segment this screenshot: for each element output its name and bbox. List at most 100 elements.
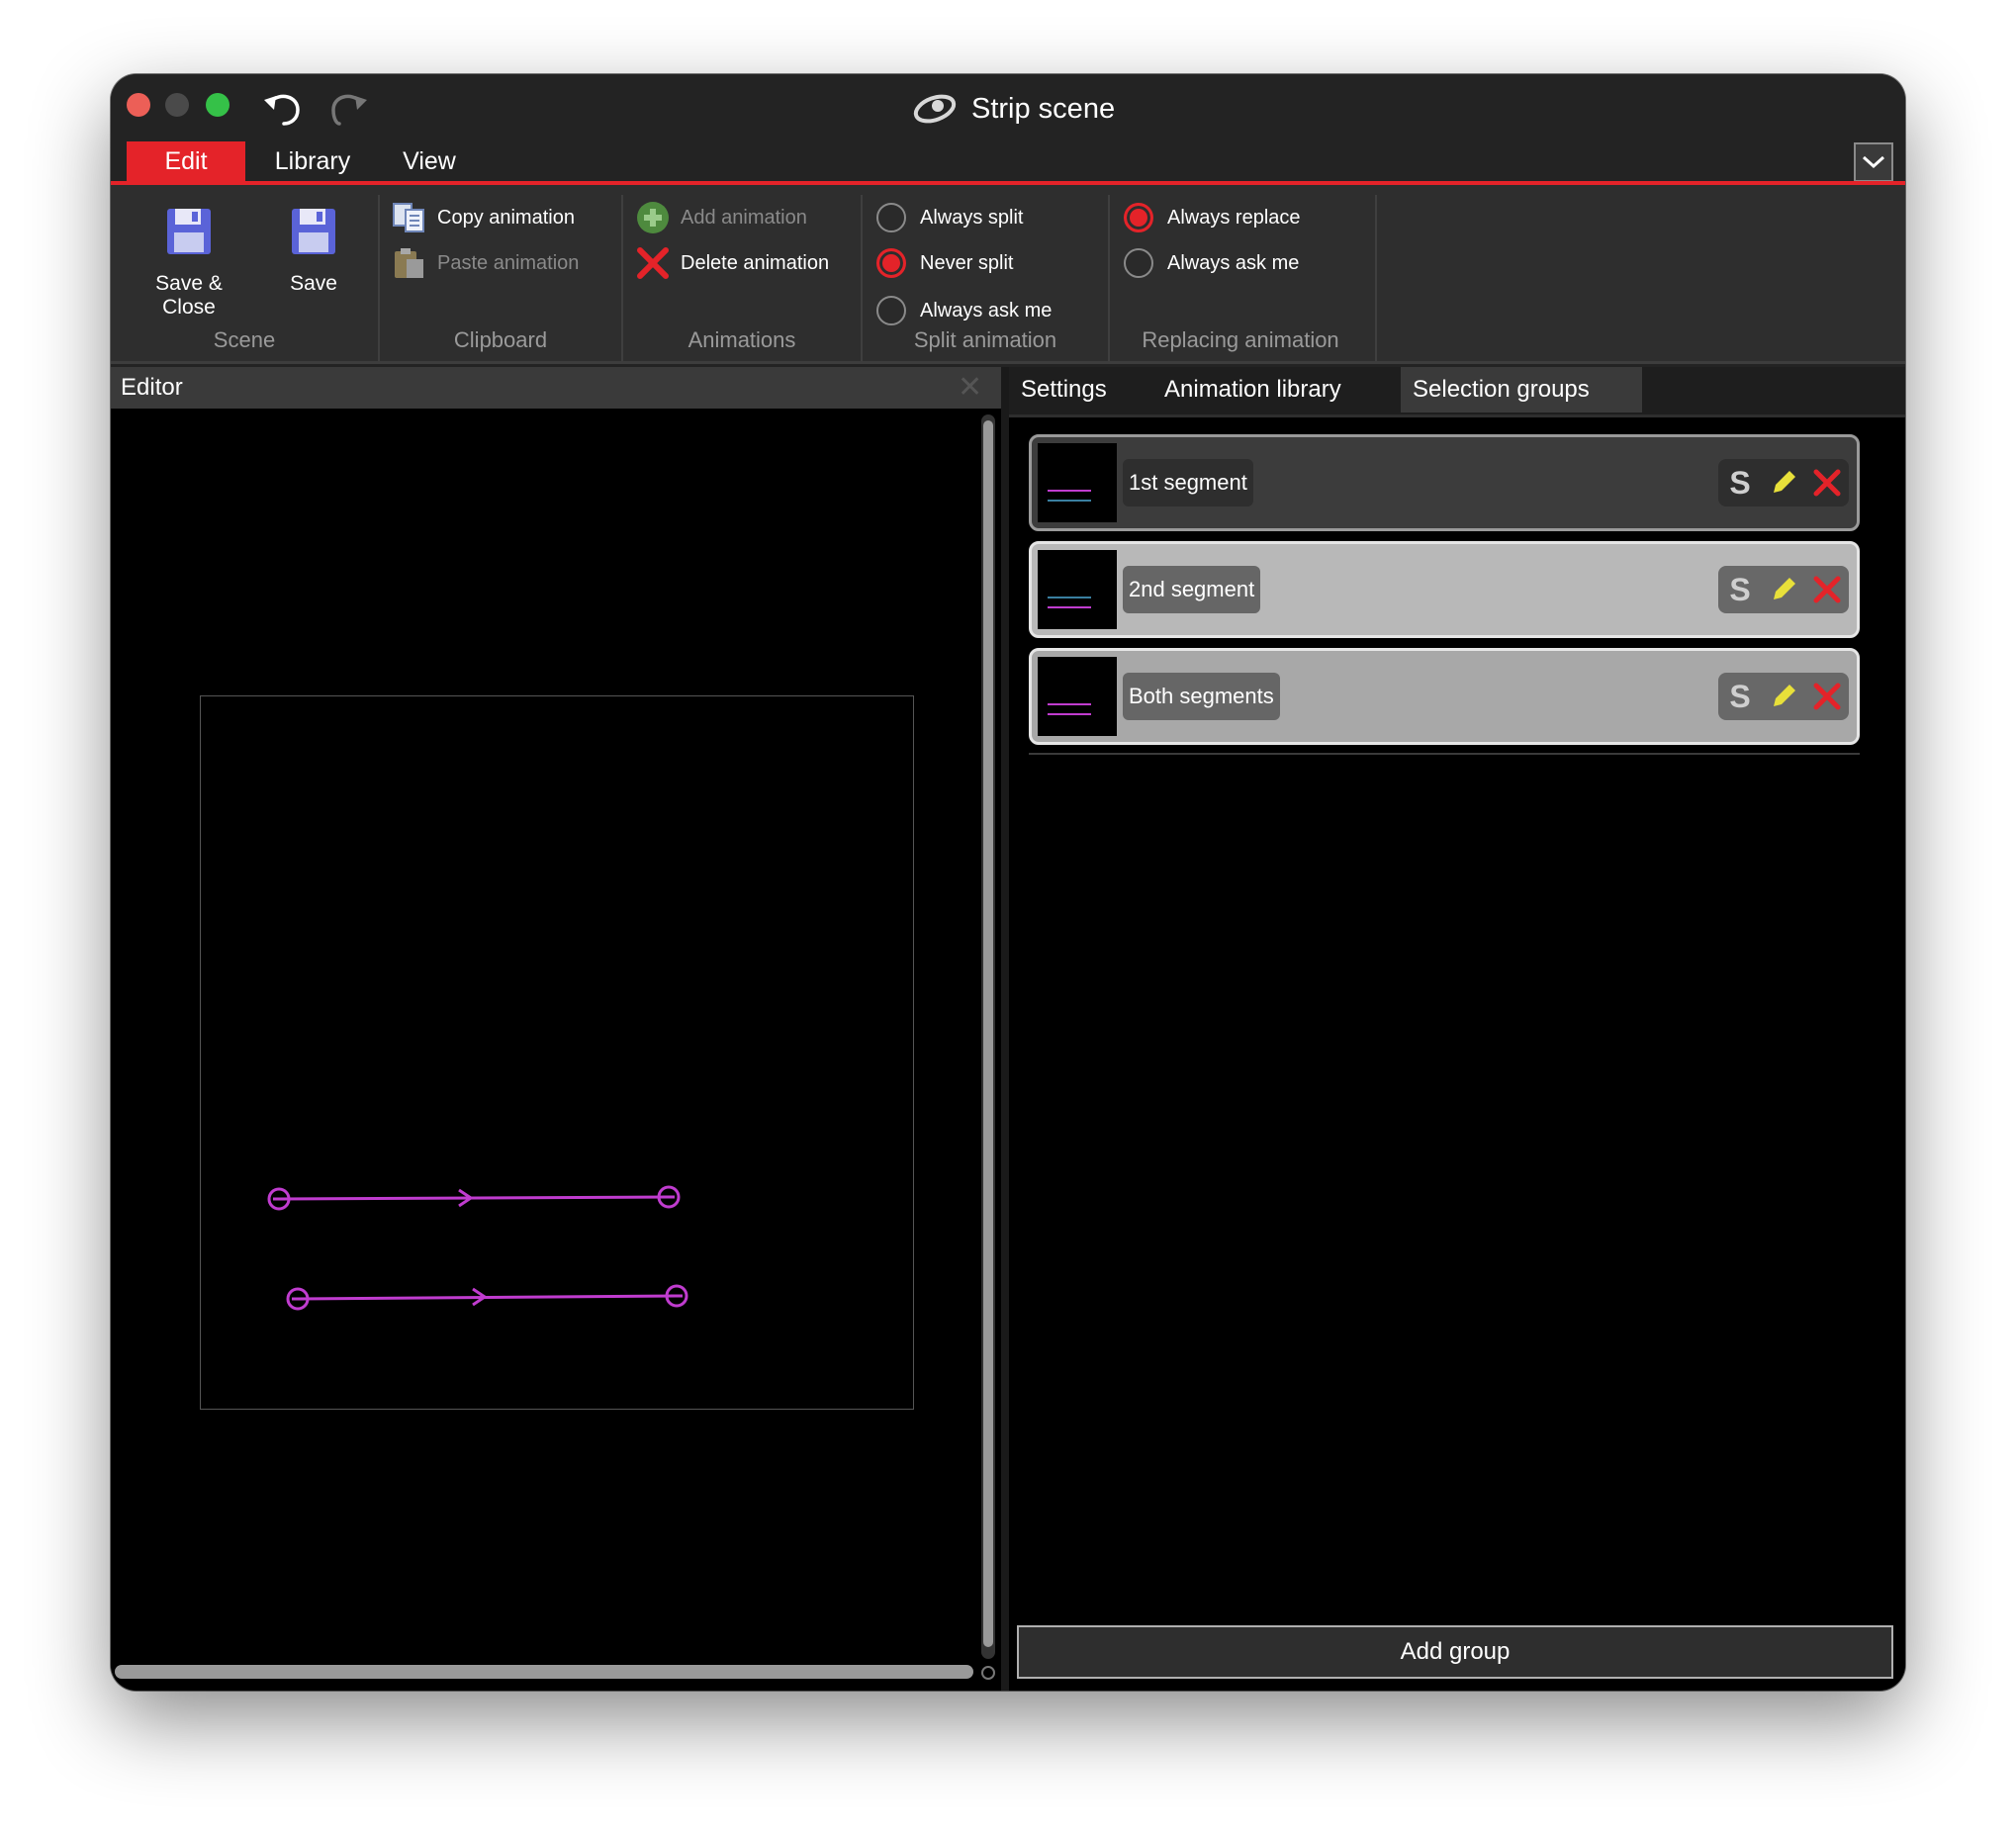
vertical-scroll-thumb[interactable] xyxy=(983,420,993,1647)
thumb-line xyxy=(1048,713,1091,715)
delete-x-icon xyxy=(1813,576,1841,603)
select-group-button[interactable]: S xyxy=(1722,465,1758,502)
delete-group-button[interactable] xyxy=(1809,465,1845,501)
ribbon: Save & Close Save Scene Copy animation P… xyxy=(111,185,1905,364)
group-label-split: Split animation xyxy=(913,327,1057,352)
thumb-line xyxy=(1048,597,1091,598)
add-animation-label: Add animation xyxy=(681,206,807,229)
vertical-scrollbar[interactable] xyxy=(981,414,995,1659)
ribbon-collapse-button[interactable] xyxy=(1854,142,1893,182)
add-group-button[interactable]: Add group xyxy=(1017,1625,1893,1679)
delete-x-icon xyxy=(1813,469,1841,497)
radio-label: Never split xyxy=(920,251,1014,274)
radio-label: Always replace xyxy=(1167,206,1301,229)
tab-selection-groups[interactable]: Selection groups xyxy=(1401,367,1642,413)
copy-animation-label: Copy animation xyxy=(437,206,575,229)
tab-settings[interactable]: Settings xyxy=(1009,367,1119,413)
selection-group-item[interactable]: 1st segment S xyxy=(1029,434,1860,531)
radio-indicator xyxy=(876,248,906,278)
copy-icon xyxy=(393,203,424,232)
window-title: Strip scene xyxy=(971,92,1116,125)
app-window: Strip scene Edit Library View Save & Clo… xyxy=(111,74,1905,1691)
save-close-button[interactable]: Save & Close xyxy=(129,205,249,320)
delete-group-button[interactable] xyxy=(1809,572,1845,607)
delete-animation-button[interactable]: Delete animation xyxy=(635,246,829,280)
group-list-divider xyxy=(1029,753,1860,755)
radio-indicator xyxy=(1124,248,1153,278)
window-title-group: Strip scene xyxy=(912,86,1115,132)
tab-animation-library[interactable]: Animation library xyxy=(1152,367,1353,413)
thumb-line xyxy=(1048,500,1091,502)
add-icon xyxy=(637,202,669,233)
group-label-replacing: Replacing animation xyxy=(1142,327,1339,352)
menu-tab-library[interactable]: Library xyxy=(253,141,372,181)
close-window-button[interactable] xyxy=(127,93,150,117)
radio-always-replace[interactable]: Always replace xyxy=(1124,201,1301,234)
selection-group-item[interactable]: Both segments S xyxy=(1029,648,1860,745)
edit-group-button[interactable] xyxy=(1766,465,1801,501)
group-actions: S xyxy=(1718,566,1849,613)
selection-group-item[interactable]: 2nd segment S xyxy=(1029,541,1860,638)
group-actions: S xyxy=(1718,459,1849,506)
panel-splitter[interactable] xyxy=(1001,367,1009,1691)
group-actions: S xyxy=(1718,673,1849,720)
title-bar: Strip scene xyxy=(111,74,1905,141)
delete-x-icon xyxy=(1813,683,1841,710)
zoom-window-button[interactable] xyxy=(206,93,229,117)
paste-animation-button[interactable]: Paste animation xyxy=(392,246,579,280)
menu-tab-edit[interactable]: Edit xyxy=(127,141,245,181)
edit-group-button[interactable] xyxy=(1766,572,1801,607)
ribbon-separator xyxy=(1375,195,1377,361)
group-label-animations: Animations xyxy=(687,327,796,352)
radio-always-split[interactable]: Always split xyxy=(876,201,1023,234)
chevron-down-icon xyxy=(1862,155,1885,169)
floppy-disk-icon xyxy=(292,209,335,254)
editor-panel: Editor ✕ xyxy=(111,367,1001,1691)
menu-tab-view[interactable]: View xyxy=(380,141,479,181)
group-name: 1st segment xyxy=(1123,459,1253,506)
save-button[interactable]: Save xyxy=(279,205,348,296)
group-name: Both segments xyxy=(1123,673,1280,720)
minimize-window-button[interactable] xyxy=(165,93,189,117)
segment-1[interactable] xyxy=(267,1185,681,1211)
scroll-corner xyxy=(981,1666,995,1680)
edit-group-button[interactable] xyxy=(1766,679,1801,714)
undo-icon[interactable] xyxy=(260,88,304,128)
radio-never-split[interactable]: Never split xyxy=(876,246,1013,280)
add-animation-button[interactable]: Add animation xyxy=(635,201,807,234)
right-panel: Settings Animation library Selection gro… xyxy=(1009,367,1905,1691)
copy-animation-button[interactable]: Copy animation xyxy=(392,201,575,234)
pencil-icon xyxy=(1774,685,1795,706)
paste-animation-label: Paste animation xyxy=(437,251,580,274)
group-label-clipboard: Clipboard xyxy=(453,327,548,352)
radio-indicator xyxy=(876,203,906,232)
select-group-button[interactable]: S xyxy=(1722,572,1758,608)
select-group-button[interactable]: S xyxy=(1722,679,1758,715)
radio-indicator xyxy=(1124,203,1153,232)
radio-split-always-ask[interactable]: Always ask me xyxy=(876,294,1052,327)
save-label: Save xyxy=(290,272,337,295)
save-close-label: Save & Close xyxy=(155,272,223,319)
paste-icon xyxy=(395,248,423,278)
radio-label: Always split xyxy=(920,206,1024,229)
redo-icon[interactable] xyxy=(327,88,371,128)
delete-group-button[interactable] xyxy=(1809,679,1845,714)
group-name: 2nd segment xyxy=(1123,566,1261,613)
group-label-scene: Scene xyxy=(213,327,276,352)
pencil-icon xyxy=(1774,578,1795,599)
group-thumbnail xyxy=(1038,550,1117,629)
radio-label: Always ask me xyxy=(1167,251,1300,274)
thumb-line xyxy=(1048,606,1091,608)
floppy-disk-icon xyxy=(167,209,211,254)
segment-2[interactable] xyxy=(286,1284,688,1311)
thumb-line xyxy=(1048,703,1091,705)
horizontal-scrollbar[interactable] xyxy=(115,1665,973,1679)
right-panel-tabs: Settings Animation library Selection gro… xyxy=(1009,367,1905,417)
scene-canvas[interactable] xyxy=(111,367,1001,1691)
delete-x-icon xyxy=(637,247,669,279)
radio-label: Always ask me xyxy=(920,299,1053,322)
radio-replace-always-ask[interactable]: Always ask me xyxy=(1124,246,1299,280)
pencil-icon xyxy=(1774,471,1795,493)
thumb-line xyxy=(1048,490,1091,492)
delete-animation-label: Delete animation xyxy=(681,251,830,274)
